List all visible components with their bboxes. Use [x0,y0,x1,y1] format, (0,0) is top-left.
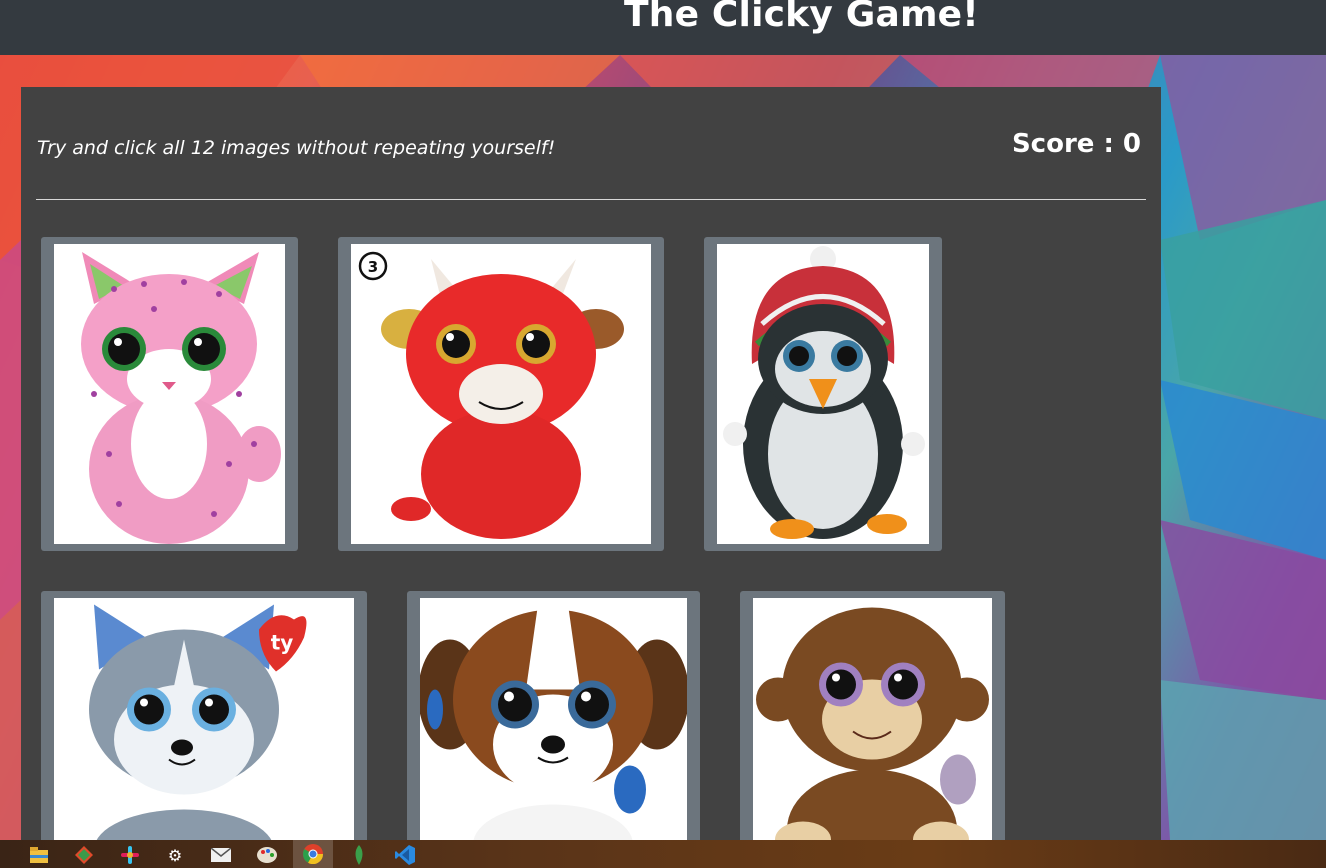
husky-plush-image: ty [54,598,354,861]
card-badge-number: 3 [368,258,378,276]
st-bernard-plush-image [420,598,687,861]
game-panel: Try and click all 12 images without repe… [21,87,1161,868]
git-icon[interactable] [73,844,95,866]
game-instructions: Try and click all 12 images without repe… [37,137,556,159]
pink-cat-plush-image [54,244,285,544]
image-card-pink-cat[interactable] [41,237,298,551]
image-card-red-cow[interactable]: 3 [338,237,664,551]
paint-icon[interactable] [256,844,278,866]
file-explorer-icon[interactable] [28,844,50,866]
penguin-plush-image [717,244,929,544]
red-cow-plush-image: 3 [351,244,651,544]
image-card-penguin[interactable] [704,237,942,551]
image-card-husky[interactable]: ty [41,591,367,868]
slack-icon[interactable] [119,844,141,866]
monkey-plush-image [753,598,992,861]
mongodb-icon[interactable] [348,844,370,866]
mail-icon[interactable] [210,844,232,866]
page-title: The Clicky Game! [624,0,979,35]
score-display: Score : 0 [1011,129,1141,159]
vscode-icon[interactable] [394,844,416,866]
image-card-monkey[interactable] [740,591,1005,868]
top-navbar: The Clicky Game! [0,0,1326,55]
chrome-icon[interactable] [293,840,333,868]
settings-icon[interactable]: ⚙ [164,844,186,866]
image-card-st-bernard[interactable] [407,591,700,868]
ty-tag-label: ty [271,631,294,655]
divider [36,199,1146,200]
windows-taskbar: ⚙ [0,840,1326,868]
